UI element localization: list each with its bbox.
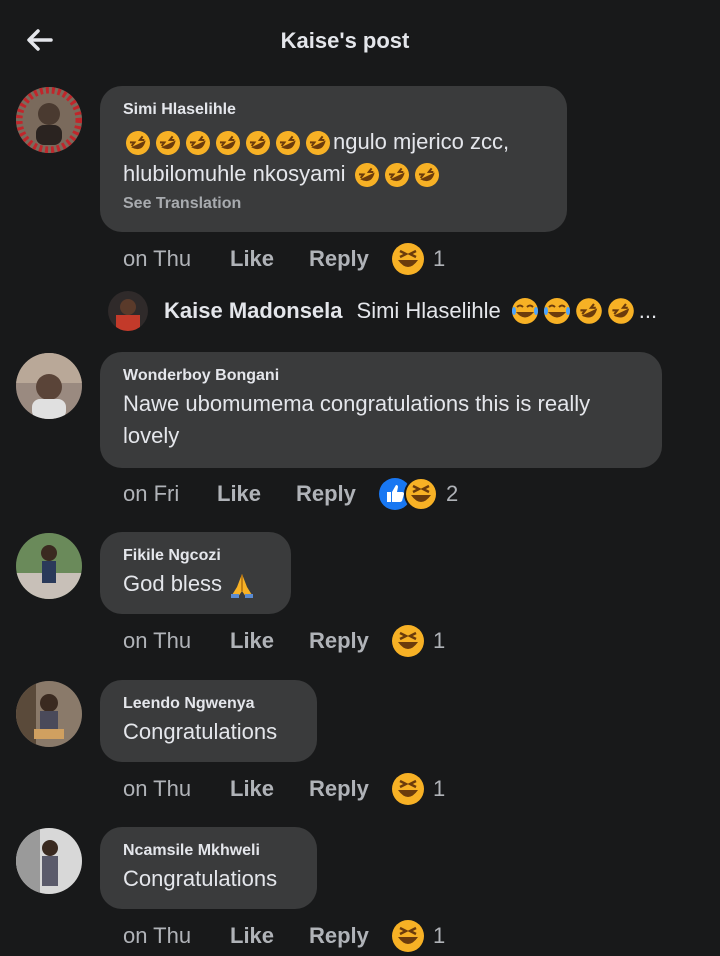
rofl-emoji-icon [126, 131, 150, 156]
reply-button[interactable]: Reply [309, 923, 391, 949]
reaction-summary[interactable]: 1 [391, 919, 445, 953]
page-title: Kaise's post [280, 28, 410, 53]
joy-emoji-icon [511, 298, 538, 324]
comment-actions: on Thu Like Reply 1 [123, 242, 445, 276]
avatar[interactable] [108, 291, 148, 331]
reply-button[interactable]: Reply [309, 246, 391, 272]
comment-author[interactable]: Ncamsile Mkhweli [123, 841, 295, 861]
comment-bubble: Ncamsile Mkhweli Congratulations [100, 827, 317, 909]
comment-actions: on Thu Like Reply 1 [123, 919, 445, 953]
comment-text-line: God bless [123, 571, 223, 596]
avatar[interactable] [16, 533, 82, 599]
like-button[interactable]: Like [230, 246, 309, 272]
like-button[interactable]: Like [230, 923, 309, 949]
like-button[interactable]: Like [217, 481, 296, 507]
avatar[interactable] [16, 87, 82, 153]
comment-actions: on Fri Like Reply 2 [123, 477, 458, 511]
laughing-emoji-icon [404, 477, 438, 511]
comment-text: Congratulations [123, 716, 295, 748]
reaction-summary[interactable]: 1 [391, 624, 445, 658]
comment-text-line: hlubilomuhle nkosyami [123, 161, 346, 186]
comment-text: Congratulations [123, 863, 295, 895]
rofl-emoji-icon [414, 163, 439, 188]
joy-emoji-icon [543, 298, 570, 324]
reaction-count: 1 [433, 776, 446, 801]
avatar[interactable] [16, 828, 82, 894]
comment-bubble: Leendo Ngwenya Congratulations [100, 680, 317, 762]
rofl-emoji-icon [575, 298, 602, 324]
see-translation-link[interactable]: See Translation [123, 194, 545, 214]
comment-text-line: Congratulations [123, 866, 278, 891]
reaction-summary[interactable]: 2 [378, 477, 458, 511]
comment-bubble: Wonderboy Bongani Nawe ubomumema congrat… [100, 352, 662, 468]
rofl-emoji-icon [216, 131, 240, 156]
comment-author[interactable]: Fikile Ngcozi [123, 546, 269, 566]
like-button[interactable]: Like [230, 628, 309, 654]
rofl-emoji-icon [186, 131, 210, 156]
reaction-summary[interactable]: 1 [391, 242, 445, 276]
avatar[interactable] [16, 681, 82, 747]
laughing-emoji-icon [392, 920, 424, 952]
comment-bubble: Simi Hlaselihle ngulo mjerico zcc, hlubi… [100, 86, 567, 232]
praying-hands-icon [231, 574, 254, 599]
reply-button[interactable]: Reply [309, 776, 391, 802]
comment-text: Nawe ubomumema congratulations this is r… [123, 388, 640, 452]
laughing-emoji-icon [392, 773, 424, 805]
rofl-emoji-icon [306, 131, 330, 156]
reaction-summary[interactable]: 1 [391, 772, 445, 806]
rofl-emoji-icon [384, 163, 409, 188]
reply-author[interactable]: Kaise Madonsela [164, 298, 343, 324]
reply-ellipsis: ... [638, 298, 658, 323]
comment-text-line: Nawe ubomumema congratulations this is r… [123, 391, 591, 416]
reaction-count: 1 [433, 246, 446, 271]
reply-text: Simi Hlaselihle [356, 298, 501, 323]
laughing-emoji-icon [392, 243, 424, 275]
emoji-run [509, 297, 637, 325]
rofl-emoji-icon [246, 131, 270, 156]
comment-text: ngulo mjerico zcc, [123, 126, 545, 158]
comment-timestamp: on Fri [123, 481, 180, 506]
comment-actions: on Thu Like Reply 1 [123, 772, 445, 806]
reply-preview[interactable]: Kaise Madonsela Simi Hlaselihle ... [108, 290, 720, 332]
comment-text-line: Congratulations [123, 719, 278, 744]
comment-author[interactable]: Simi Hlaselihle [123, 100, 545, 120]
comment-actions: on Thu Like Reply 1 [123, 624, 445, 658]
comment-text-line: lovely [123, 423, 180, 448]
reaction-count: 1 [433, 628, 446, 653]
like-button[interactable]: Like [230, 776, 309, 802]
rofl-emoji-icon [276, 131, 300, 156]
reply-button[interactable]: Reply [309, 628, 391, 654]
comment-timestamp: on Thu [123, 628, 192, 653]
comment-text: God bless [123, 568, 269, 600]
reply-button[interactable]: Reply [296, 481, 378, 507]
laughing-emoji-icon [392, 625, 424, 657]
comment-timestamp: on Thu [123, 776, 192, 801]
comment-bubble: Fikile Ngcozi God bless [100, 532, 291, 614]
comment-text-line: ngulo mjerico zcc, [333, 129, 510, 154]
reaction-count: 2 [446, 481, 459, 506]
comment-timestamp: on Thu [123, 923, 192, 948]
comment-timestamp: on Thu [123, 246, 192, 271]
avatar[interactable] [16, 353, 82, 419]
rofl-emoji-icon [354, 163, 379, 188]
comment-author[interactable]: Leendo Ngwenya [123, 694, 295, 714]
comment-text: hlubilomuhle nkosyami [123, 158, 545, 190]
reaction-count: 1 [433, 923, 446, 948]
rofl-emoji-icon [607, 298, 634, 324]
comment-author[interactable]: Wonderboy Bongani [123, 366, 640, 386]
emoji-run [123, 129, 333, 156]
emoji-run [352, 161, 442, 188]
header-bar: Kaise's post [0, 0, 720, 84]
rofl-emoji-icon [156, 131, 180, 156]
